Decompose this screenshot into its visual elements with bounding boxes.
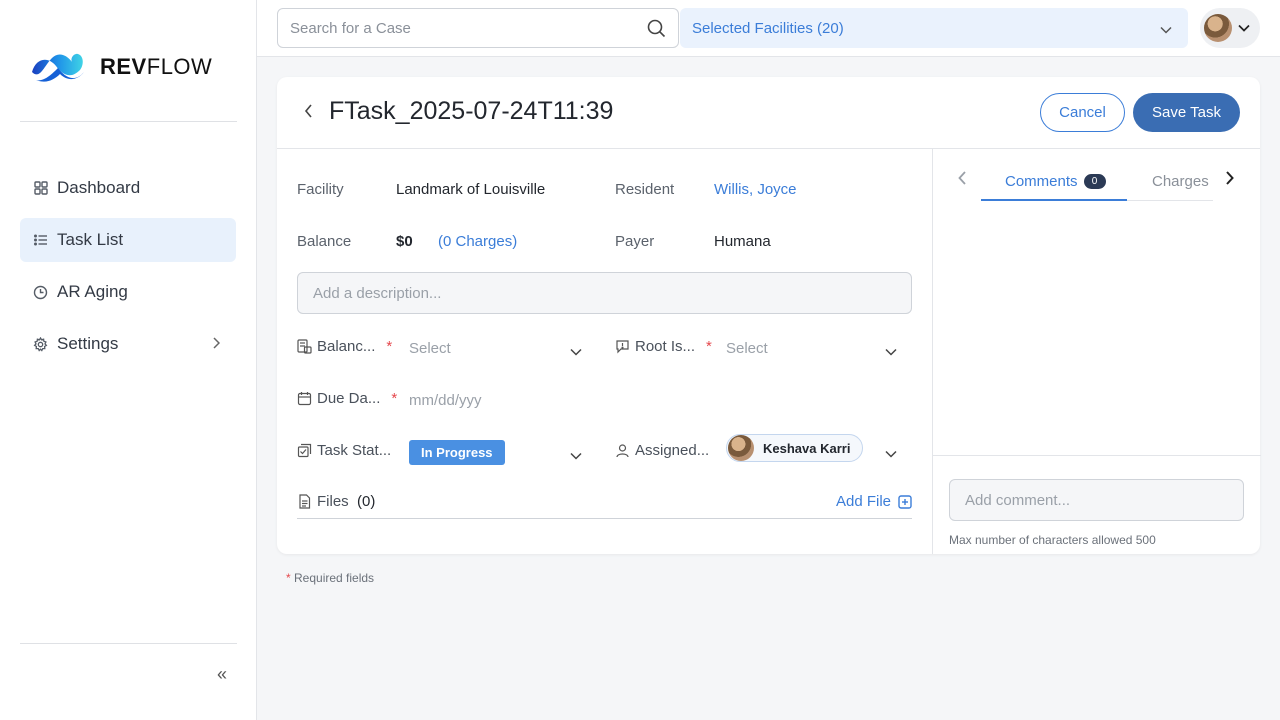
topbar: Selected Facilities (20) [257, 0, 1280, 57]
chevron-down-icon [570, 343, 582, 360]
search-icon[interactable] [647, 19, 666, 43]
file-icon [299, 494, 311, 509]
facilities-dropdown[interactable]: Selected Facilities (20) [680, 8, 1188, 48]
due-date-input[interactable]: mm/dd/yyy [409, 385, 584, 415]
task-card: FTask_2025-07-24T11:39 Cancel Save Task … [277, 77, 1261, 554]
charges-link[interactable]: (0 Charges) [438, 233, 517, 250]
chevron-down-icon[interactable] [885, 445, 897, 463]
payer-label: Payer [615, 233, 655, 250]
status-badge: In Progress [409, 439, 505, 465]
comment-alert-icon [616, 340, 629, 354]
collapse-sidebar-button[interactable]: « [217, 664, 227, 685]
root-issue-field-label: Root Is... * [615, 338, 712, 355]
sidebar-item-label: AR Aging [57, 282, 128, 301]
sidebar-item-dashboard[interactable]: Dashboard [20, 166, 236, 210]
sidebar-item-ar-aging[interactable]: AR Aging [20, 270, 236, 314]
comment-divider [933, 455, 1261, 456]
user-icon [616, 444, 629, 458]
assignee-chip[interactable]: Keshava Karri [726, 434, 864, 462]
search-input[interactable] [290, 19, 630, 37]
sidebar-divider-top [20, 121, 237, 122]
tab-comments[interactable]: Comments 0 [1005, 173, 1106, 190]
root-issue-select[interactable]: Select [726, 333, 899, 363]
sidebar-item-label: Dashboard [57, 178, 141, 197]
search-box [277, 8, 679, 48]
save-task-button[interactable]: Save Task [1133, 93, 1240, 132]
grid-icon [33, 181, 48, 196]
task-status-select[interactable]: In Progress [409, 437, 584, 467]
sidebar-item-label: Settings [57, 334, 119, 353]
tab-charges[interactable]: Charges [1152, 173, 1209, 190]
chevron-right-icon [212, 336, 221, 352]
sidebar-item-task-list[interactable]: Task List [20, 218, 236, 262]
balance-label: Balance [297, 233, 352, 250]
facility-label: Facility [297, 181, 344, 198]
tab-prev-icon[interactable] [958, 171, 966, 190]
description-input[interactable]: Add a description... [297, 272, 912, 314]
balance-type-select[interactable]: Select [409, 333, 584, 363]
comment-input[interactable]: Add comment... [949, 479, 1244, 521]
required-fields-note: * Required fields [286, 571, 375, 585]
brand-name: REVFLOW [100, 54, 213, 79]
files-row: Files (0) Add File [297, 484, 912, 519]
brand-logo[interactable]: REVFLOW [30, 50, 212, 84]
panel-tabs: Comments 0 Charges [933, 149, 1261, 201]
resident-link[interactable]: Willis, Joyce [714, 181, 797, 198]
clock-icon [33, 285, 48, 300]
resident-label: Resident [615, 181, 675, 198]
avatar [1204, 14, 1232, 42]
chevron-down-icon [1160, 21, 1172, 38]
avatar [728, 435, 754, 461]
payer-value: Humana [714, 233, 771, 250]
back-arrow-icon[interactable] [303, 103, 313, 124]
sidebar-divider-bottom [20, 643, 237, 644]
chevron-down-icon [1238, 19, 1250, 37]
tab-next-icon[interactable] [1226, 171, 1234, 190]
comments-panel: Comments 0 Charges Add comment... Max num… [932, 149, 1261, 554]
chevron-down-icon [885, 343, 897, 360]
user-menu-button[interactable] [1200, 8, 1260, 48]
comments-count-badge: 0 [1083, 174, 1106, 189]
revflow-logo-icon [32, 53, 84, 82]
files-label: Files (0) [297, 493, 375, 510]
assigned-field-label: Assigned... [615, 442, 709, 459]
add-file-button[interactable]: Add File [836, 493, 912, 510]
chevron-down-icon [570, 447, 582, 464]
task-header: FTask_2025-07-24T11:39 Cancel Save Task [277, 77, 1260, 149]
balance-icon [297, 339, 312, 354]
page-title: FTask_2025-07-24T11:39 [329, 97, 614, 125]
balance-type-field-label: Balanc... * [297, 338, 392, 355]
char-limit-hint: Max number of characters allowed 500 [949, 533, 1156, 547]
cancel-button[interactable]: Cancel [1040, 93, 1125, 132]
list-icon [33, 233, 48, 248]
facility-value: Landmark of Louisville [396, 181, 546, 198]
task-status-field-label: Task Stat... [297, 442, 391, 459]
task-details: Facility Landmark of Louisville Resident… [277, 149, 932, 554]
assignee-name: Keshava Karri [763, 440, 851, 456]
sidebar-nav: Dashboard Task List AR Aging Settings [20, 166, 236, 374]
sidebar-item-label: Task List [57, 230, 124, 249]
status-check-icon [297, 443, 312, 458]
due-date-field-label: Due Da... * [297, 390, 397, 407]
balance-value: $0 [396, 233, 413, 250]
sidebar: REVFLOW Dashboard Task List AR Aging Set… [0, 0, 257, 720]
sidebar-item-settings[interactable]: Settings [20, 322, 236, 366]
calendar-icon [297, 392, 312, 406]
add-square-icon [898, 494, 912, 509]
active-tab-indicator [981, 199, 1127, 201]
facilities-label: Selected Facilities (20) [692, 19, 844, 37]
gear-icon [33, 336, 48, 352]
